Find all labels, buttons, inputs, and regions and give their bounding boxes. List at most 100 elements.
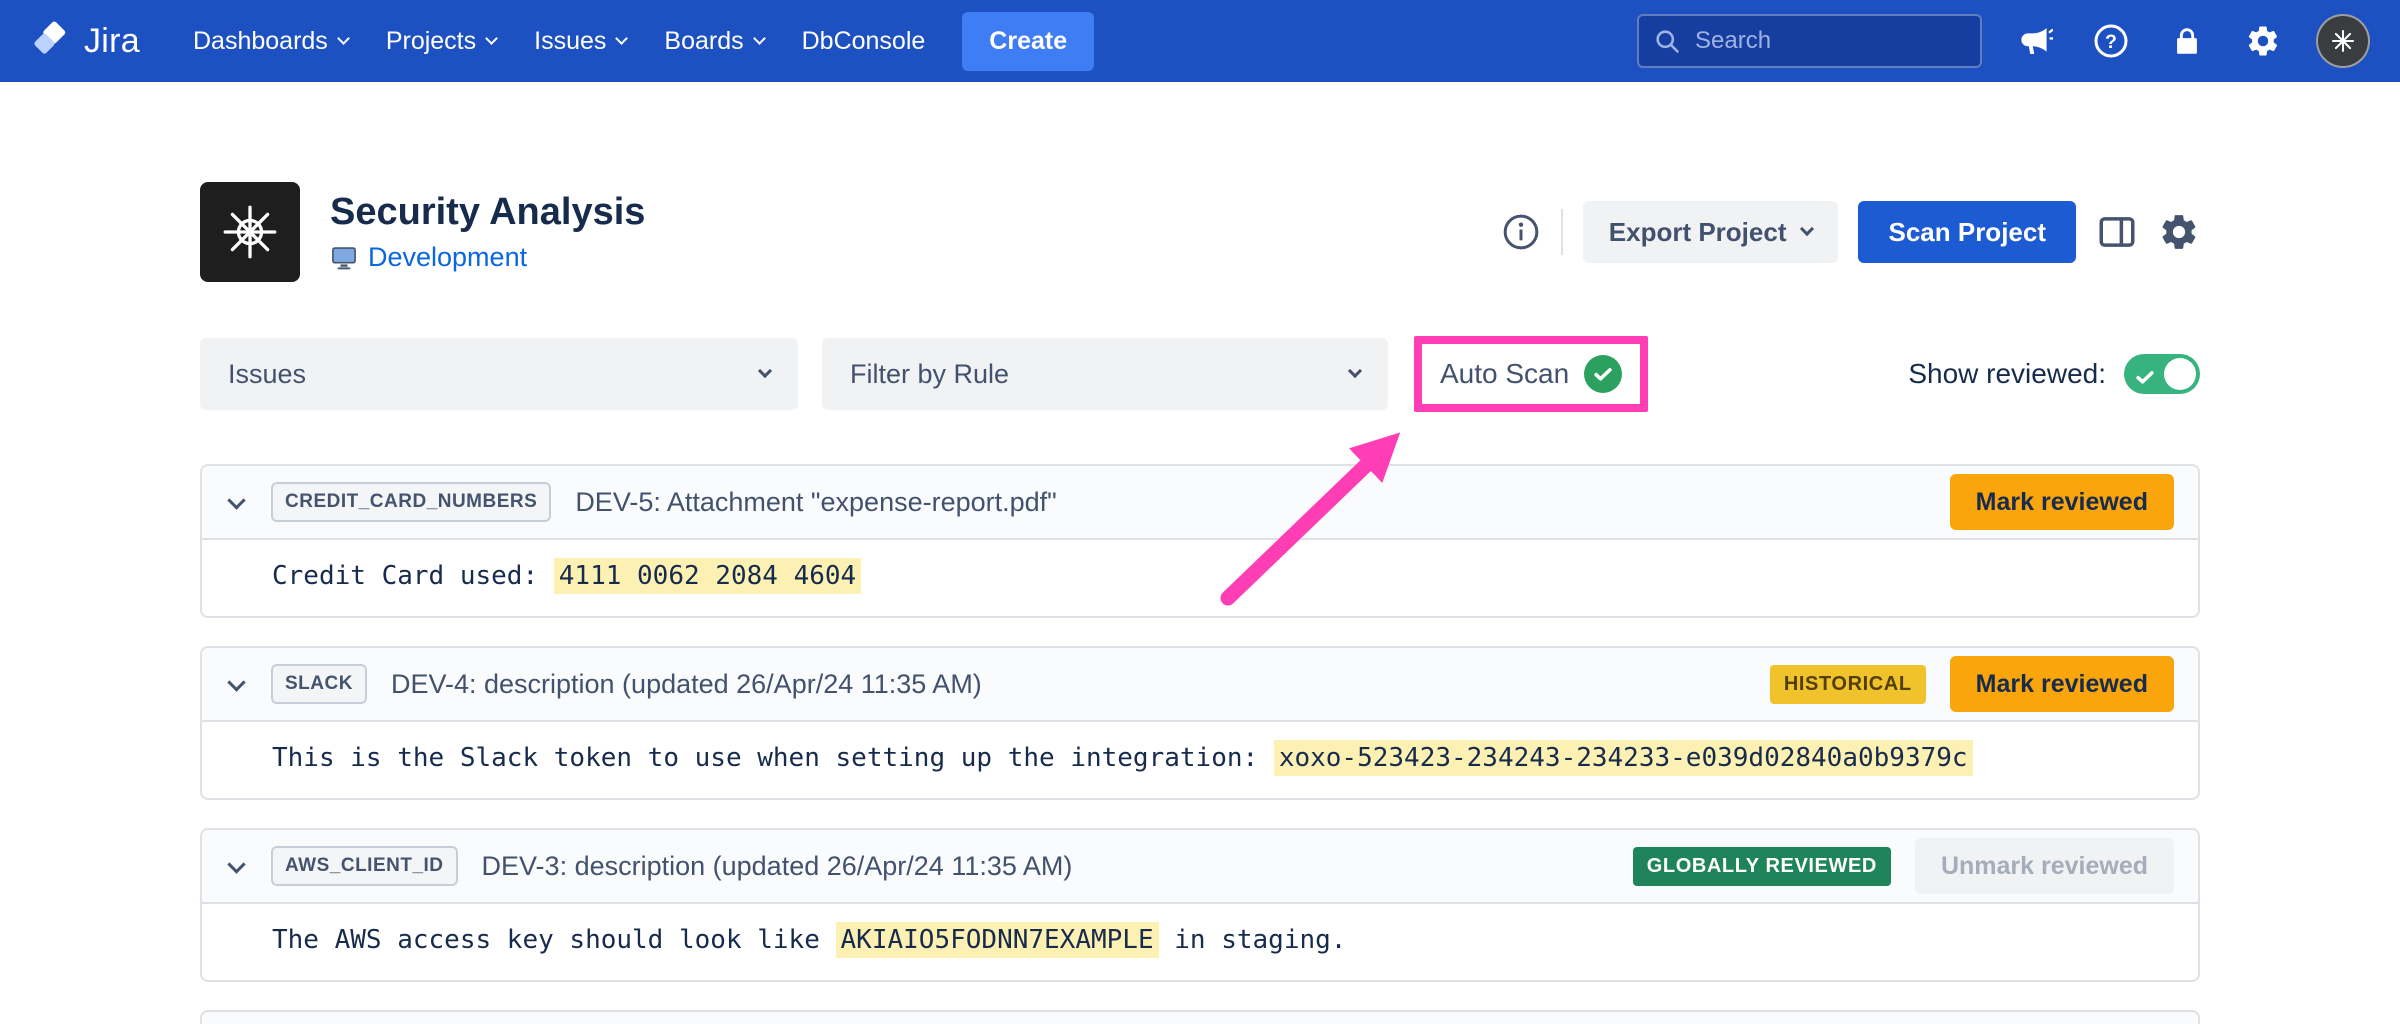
gear-icon — [2245, 23, 2281, 59]
finding-body: Credit Card used: 4111 0062 2084 4604 — [202, 540, 2198, 616]
detail-view-button[interactable] — [2096, 211, 2138, 253]
globally-reviewed-badge: GLOBALLY REVIEWED — [1633, 847, 1891, 886]
snippet-highlight: xoxo-523423-234243-234233-e039d02840a0b9… — [1274, 740, 1973, 776]
unmark-reviewed-button[interactable]: Unmark reviewed — [1915, 838, 2174, 894]
scan-project-button[interactable]: Scan Project — [1858, 201, 2076, 263]
finding-title: DEV-4: description (updated 26/Apr/24 11… — [391, 669, 982, 700]
page-title: Security Analysis — [330, 191, 645, 234]
gear-icon — [2158, 211, 2200, 253]
search-icon — [1653, 27, 1681, 55]
export-project-button[interactable]: Export Project — [1583, 201, 1839, 263]
create-button[interactable]: Create — [962, 12, 1094, 71]
announcements-button[interactable] — [2012, 18, 2058, 64]
question-circle-icon: ? — [2093, 23, 2129, 59]
finding-snippet: The AWS access key should look like AKIA… — [272, 922, 1346, 958]
mark-reviewed-button[interactable]: Mark reviewed — [1950, 474, 2174, 530]
auto-scan-annotation-box: Auto Scan — [1414, 336, 1648, 412]
lock-icon — [2170, 24, 2204, 58]
rule-badge: CREDIT_CARD_NUMBERS — [271, 482, 551, 522]
project-settings-button[interactable] — [2158, 211, 2200, 253]
snippet-text: Credit Card used: — [272, 561, 554, 591]
show-reviewed-control: Show reviewed: — [1908, 354, 2200, 394]
chevron-down-icon — [337, 32, 350, 45]
project-header: Security Analysis Development — [200, 182, 2200, 282]
primary-nav: Dashboards Projects Issues Boards DbCons… — [174, 0, 1094, 82]
nav-issues-label: Issues — [534, 27, 606, 56]
finding-card: SLACK DEV-4: description (updated 26/Apr… — [200, 646, 2200, 800]
user-avatar[interactable] — [2316, 14, 2370, 68]
snippet-highlight: 4111 0062 2084 4604 — [554, 558, 861, 594]
chevron-down-icon — [753, 32, 766, 45]
project-avatar-art — [217, 199, 283, 265]
rule-filter-label: Filter by Rule — [850, 359, 1009, 390]
divider — [1561, 209, 1563, 255]
nav-dashboards[interactable]: Dashboards — [174, 0, 367, 82]
info-button[interactable] — [1501, 212, 1541, 252]
rule-filter-dropdown[interactable]: Filter by Rule — [822, 338, 1388, 410]
help-button[interactable]: ? — [2088, 18, 2134, 64]
finding-snippet: Credit Card used: 4111 0062 2084 4604 — [272, 558, 861, 594]
settings-button[interactable] — [2240, 18, 2286, 64]
auto-scan-label: Auto Scan — [1440, 358, 1569, 390]
scan-project-label: Scan Project — [1888, 217, 2046, 248]
collapse-chevron-icon[interactable] — [227, 855, 245, 873]
finding-card: CREDIT_CARD_NUMBERS DEV-5: Attachment "e… — [200, 464, 2200, 618]
chevron-down-icon — [616, 32, 629, 45]
historical-badge: HISTORICAL — [1770, 665, 1926, 704]
findings-list: CREDIT_CARD_NUMBERS DEV-5: Attachment "e… — [200, 464, 2200, 1024]
finding-snippet: This is the Slack token to use when sett… — [272, 740, 1973, 776]
jira-logo[interactable]: Jira — [30, 20, 140, 62]
collapse-chevron-icon[interactable] — [227, 491, 245, 509]
rule-badge: AWS_CLIENT_ID — [271, 846, 458, 886]
issues-dropdown[interactable]: Issues — [200, 338, 798, 410]
auto-scan-check-icon — [1584, 355, 1622, 393]
finding-body: This is the Slack token to use when sett… — [202, 722, 2198, 798]
filter-row: Issues Filter by Rule Auto Scan Show rev… — [200, 336, 2200, 412]
export-project-label: Export Project — [1609, 217, 1787, 248]
page-content: Security Analysis Development — [0, 82, 2400, 1024]
snippet-text: This is the Slack token to use when sett… — [272, 743, 1274, 773]
rule-badge: SLACK — [271, 664, 367, 704]
nav-issues[interactable]: Issues — [515, 0, 645, 82]
finding-card-header: SLACK DEV-4: description (updated 26/Apr… — [202, 648, 2198, 722]
search-box[interactable] — [1637, 14, 1982, 68]
nav-boards-label: Boards — [664, 27, 743, 56]
snippet-text: The AWS access key should look like — [272, 925, 836, 955]
jira-logo-text: Jira — [84, 22, 140, 61]
chevron-down-icon — [485, 32, 498, 45]
show-reviewed-toggle[interactable] — [2124, 354, 2200, 394]
jira-logo-icon — [30, 20, 72, 62]
finding-title: DEV-5: Attachment "expense-report.pdf" — [575, 487, 1056, 518]
nav-projects-label: Projects — [386, 27, 476, 56]
finding-card-header: AWS_CLIENT_ID DEV-3: description (update… — [202, 830, 2198, 904]
info-icon — [1501, 212, 1541, 252]
finding-title: DEV-3: description (updated 26/Apr/24 11… — [482, 851, 1073, 882]
project-link[interactable]: Development — [368, 242, 527, 273]
nav-projects[interactable]: Projects — [367, 0, 515, 82]
search-input[interactable] — [1693, 26, 1966, 56]
toggle-knob — [2164, 358, 2196, 390]
collapse-chevron-icon[interactable] — [227, 673, 245, 691]
nav-dbconsole-label: DbConsole — [802, 27, 926, 56]
mark-reviewed-button[interactable]: Mark reviewed — [1950, 656, 2174, 712]
breadcrumb: Development — [330, 242, 645, 273]
project-avatar — [200, 182, 300, 282]
megaphone-icon — [2017, 23, 2053, 59]
top-navigation: Jira Dashboards Projects Issues Boards D… — [0, 0, 2400, 82]
panel-layout-icon — [2096, 211, 2138, 253]
chevron-down-icon — [1800, 222, 1814, 236]
nav-utilities: ? — [1637, 14, 2370, 68]
chevron-down-icon — [758, 364, 772, 378]
auto-scan-toggle[interactable]: Auto Scan — [1440, 355, 1622, 393]
nav-dbconsole[interactable]: DbConsole — [783, 0, 945, 82]
title-block: Security Analysis Development — [330, 191, 645, 273]
toggle-check-icon — [2134, 363, 2156, 395]
chevron-down-icon — [1348, 364, 1362, 378]
svg-text:?: ? — [2105, 31, 2117, 53]
nav-dashboards-label: Dashboards — [193, 27, 328, 56]
security-lock-button[interactable] — [2164, 18, 2210, 64]
nav-boards[interactable]: Boards — [645, 0, 782, 82]
show-reviewed-label: Show reviewed: — [1908, 358, 2106, 390]
finding-body: The AWS access key should look like AKIA… — [202, 904, 2198, 980]
issues-dropdown-label: Issues — [228, 359, 306, 390]
